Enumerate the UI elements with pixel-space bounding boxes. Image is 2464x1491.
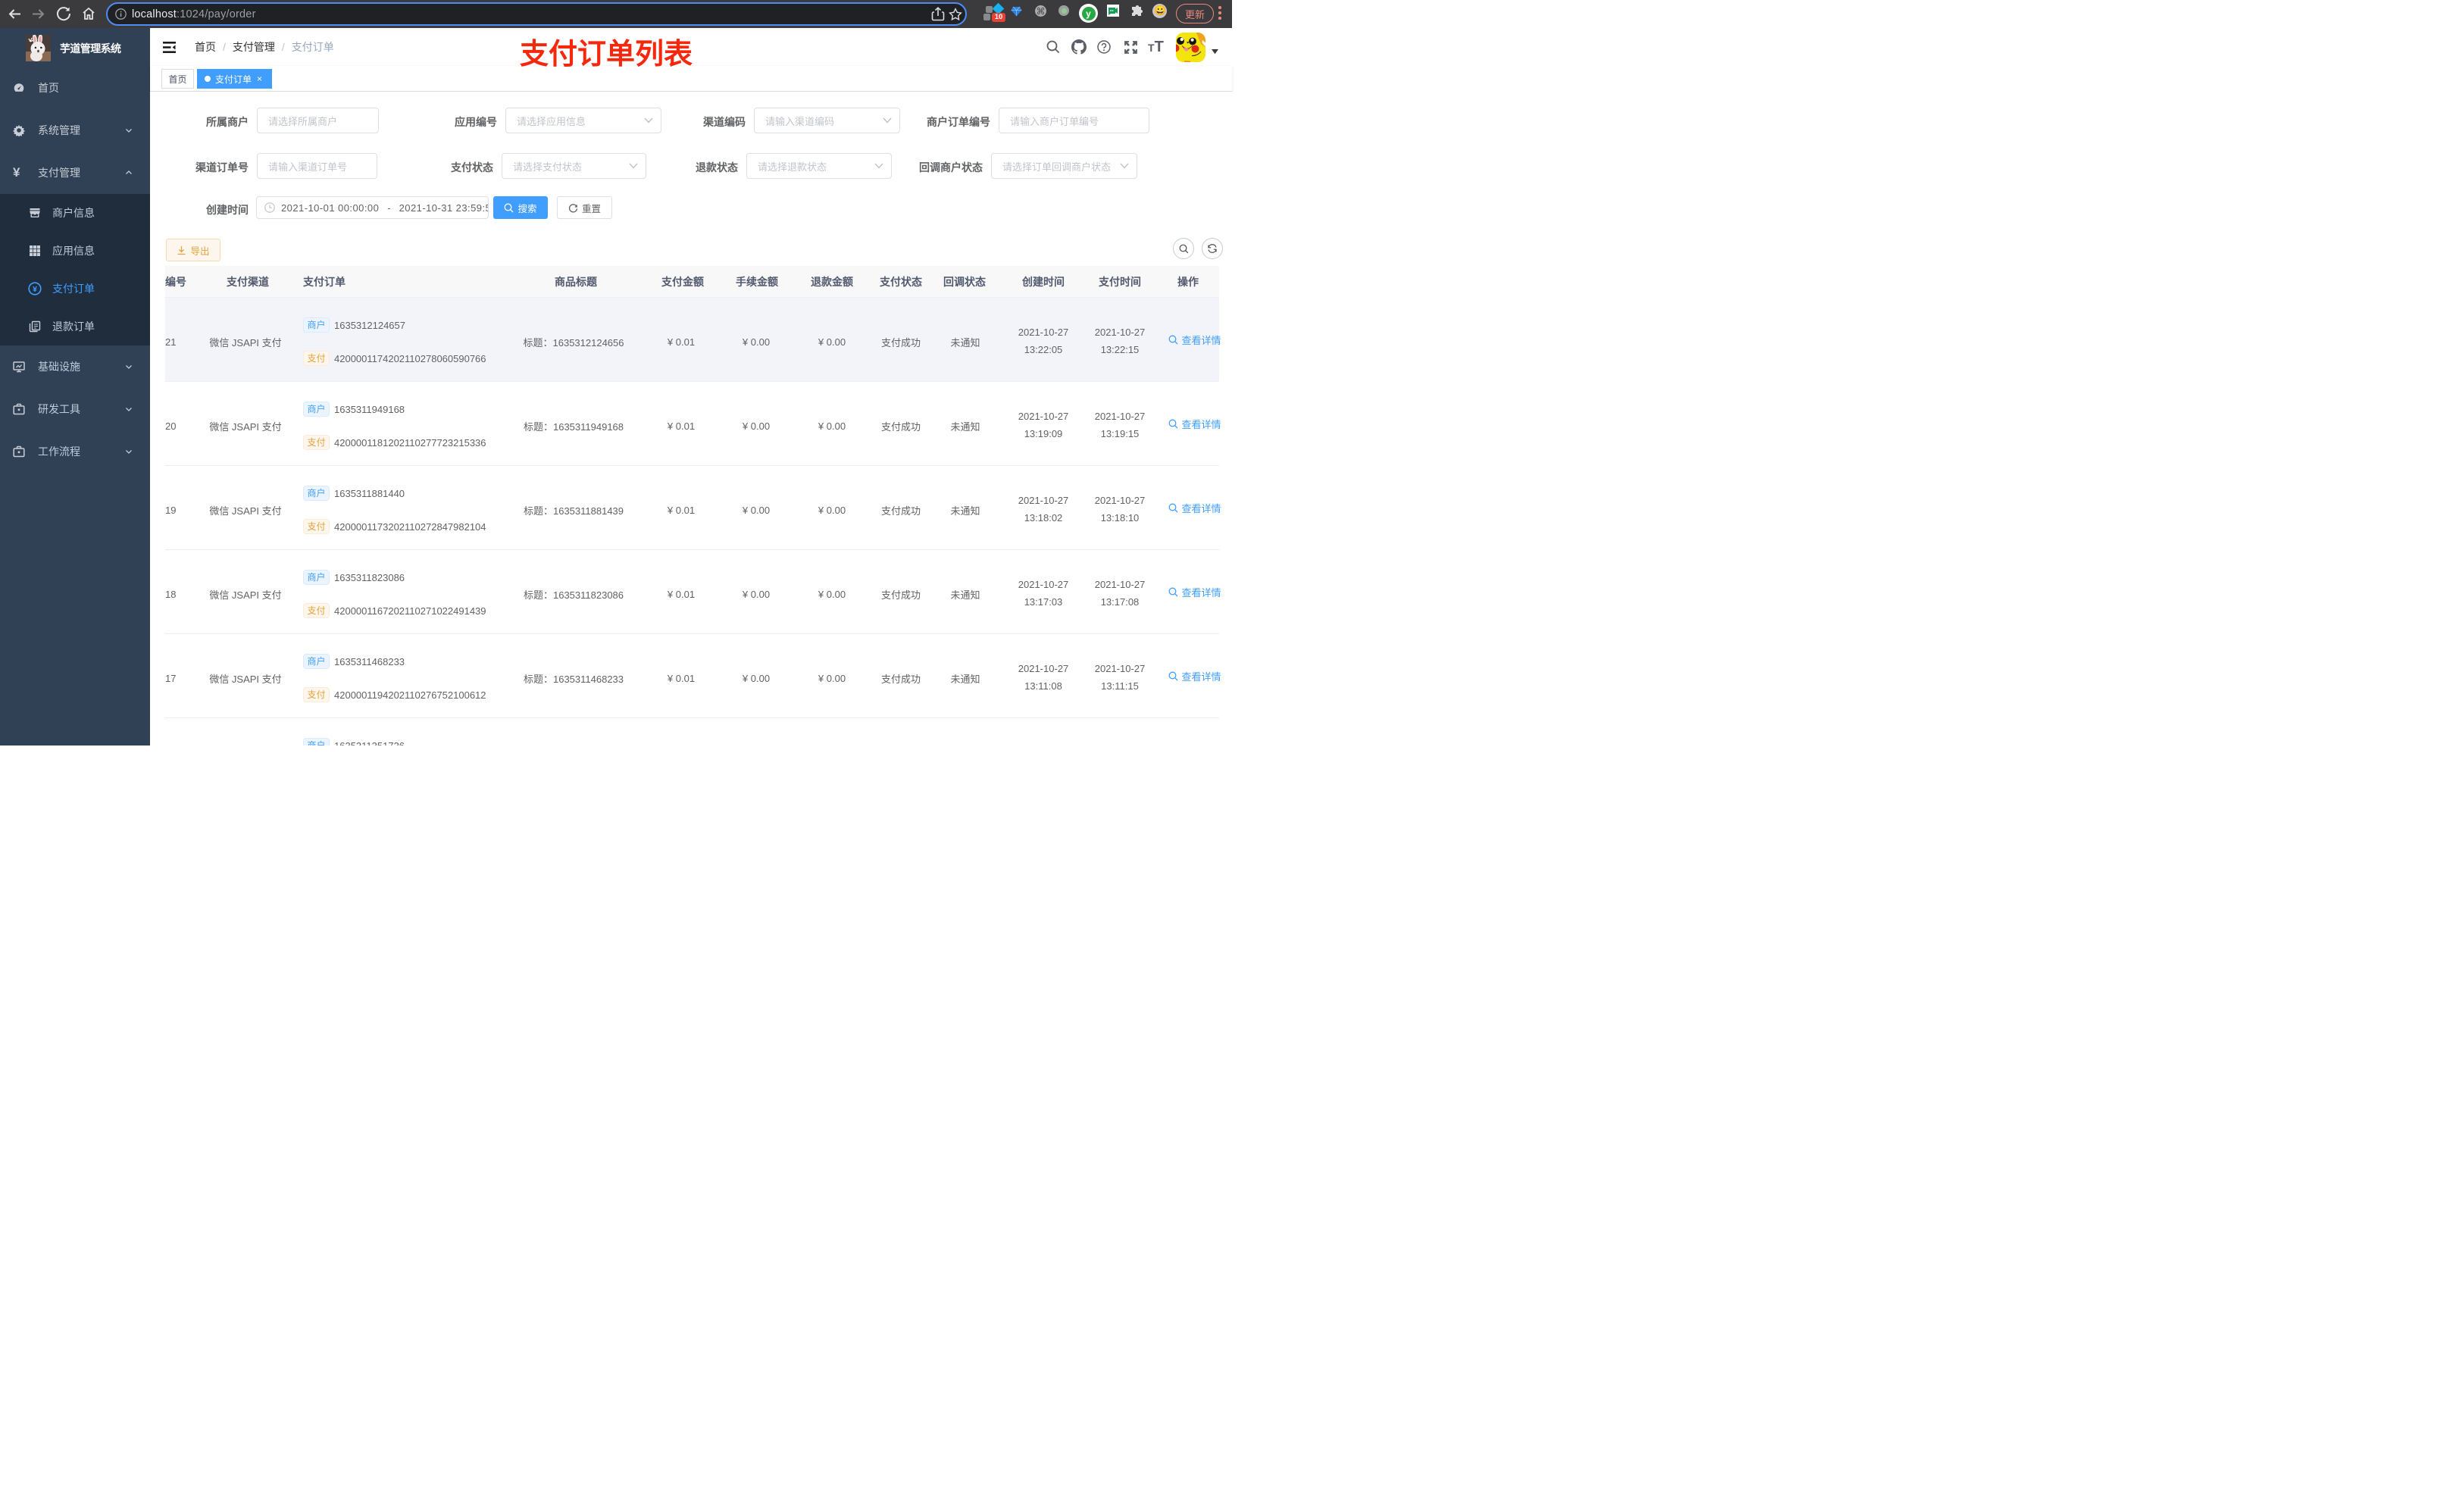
- svg-text:¥: ¥: [33, 285, 37, 294]
